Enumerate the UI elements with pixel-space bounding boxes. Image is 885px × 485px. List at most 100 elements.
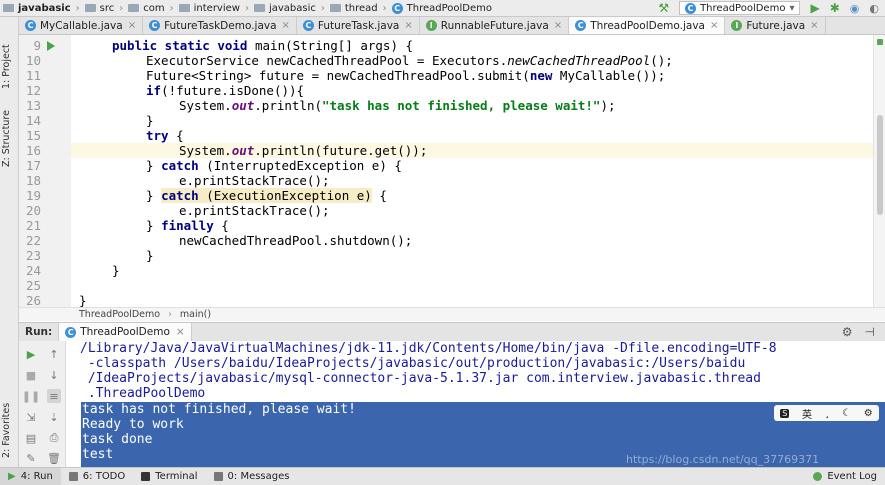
line-number: 15 xyxy=(25,128,41,143)
class-icon: C xyxy=(65,326,77,338)
line-number: 11 xyxy=(25,68,41,83)
run-icon[interactable]: ▶ xyxy=(810,1,819,15)
code-editor[interactable]: public static void main(String[] args) {… xyxy=(71,35,873,307)
interface-icon: I xyxy=(425,20,437,31)
profile-icon[interactable]: ◐ xyxy=(869,2,879,15)
soft-wrap-icon[interactable]: ≡ xyxy=(47,389,61,403)
trash-icon[interactable]: 🗑 xyxy=(47,451,61,465)
chevron-right-icon: › xyxy=(244,2,249,14)
code-line-16: System.out.println(future.get()); xyxy=(179,143,428,158)
tab-futuretask[interactable]: C FutureTask.java × xyxy=(297,17,420,34)
build-hammer-icon[interactable]: ⚒ xyxy=(658,1,669,15)
close-icon[interactable]: × xyxy=(128,20,136,31)
ime-moon-icon[interactable]: ☾ xyxy=(842,408,851,419)
code-line-21: } finally { xyxy=(146,218,229,233)
close-icon[interactable]: × xyxy=(810,20,818,31)
print-icon[interactable]: ⎙ xyxy=(47,431,61,445)
debug-icon[interactable]: ✱ xyxy=(830,1,840,15)
messages-tool-tab[interactable]: 0: Messages xyxy=(206,468,298,485)
run-icon: ▶ xyxy=(8,471,16,482)
run-configuration-select[interactable]: C ThreadPoolDemo ▾ xyxy=(679,1,801,15)
console-command-line: /IdeaProjects/javabasic/mysql-connector-… xyxy=(80,371,761,386)
tab-mycallable[interactable]: C MyCallable.java × xyxy=(19,17,144,34)
breadcrumb-com[interactable]: com xyxy=(125,3,167,14)
gear-icon[interactable]: ⚙ xyxy=(842,325,853,339)
code-line-12: if(!future.isDone()){ xyxy=(146,83,305,98)
folder-icon xyxy=(253,4,265,12)
ime-language-toggle[interactable]: 英 xyxy=(802,406,812,421)
breadcrumb-method-name[interactable]: main() xyxy=(180,309,211,320)
ime-logo-icon: S xyxy=(780,408,790,418)
chevron-right-icon: › xyxy=(169,2,174,14)
close-icon[interactable]: × xyxy=(710,20,718,31)
minimize-panel-icon[interactable]: ⊣ xyxy=(865,325,875,339)
chevron-right-icon: › xyxy=(320,2,325,14)
chevron-right-icon: › xyxy=(382,2,387,14)
stop-icon[interactable]: ■ xyxy=(24,368,38,382)
scroll-to-end-icon[interactable]: ⇣ xyxy=(47,410,61,424)
structure-tool-tab[interactable]: Z: Structure xyxy=(1,109,17,169)
code-line-9: public static void main(String[] args) { xyxy=(112,38,414,53)
todo-list-icon xyxy=(68,472,78,481)
breadcrumb-class[interactable]: C ThreadPoolDemo xyxy=(389,2,495,14)
console-command-line: -classpath /Users/baidu/IdeaProjects/jav… xyxy=(80,356,746,371)
ime-punctuation-toggle[interactable]: ¸ xyxy=(825,408,830,419)
layout-icon[interactable]: ▤ xyxy=(24,431,38,445)
project-tool-tab[interactable]: 1: Project xyxy=(1,37,17,97)
line-number: 19 xyxy=(25,188,41,203)
breadcrumb-thread[interactable]: thread xyxy=(327,3,381,14)
class-icon: C xyxy=(685,2,697,14)
tab-futuretaskdemo[interactable]: C FutureTaskDemo.java × xyxy=(143,17,297,34)
chevron-right-icon: › xyxy=(168,309,172,320)
interface-icon: I xyxy=(731,20,743,31)
line-number: 23 xyxy=(25,248,41,263)
terminal-tool-tab[interactable]: Terminal xyxy=(133,468,205,485)
line-number: 16 xyxy=(25,143,41,158)
run-tab-threadpooldemo[interactable]: C ThreadPoolDemo × xyxy=(58,323,192,341)
terminal-icon xyxy=(141,472,151,481)
navigation-bar: javabasic › src › com › interview › java… xyxy=(0,0,885,17)
tab-threadpooldemo[interactable]: C ThreadPoolDemo.java × xyxy=(569,17,726,34)
pause-icon[interactable]: ❚❚ xyxy=(22,389,40,403)
scrollbar-thumb[interactable] xyxy=(877,115,883,215)
line-number: 14 xyxy=(25,113,41,128)
run-gutter-icon[interactable] xyxy=(47,41,55,51)
breadcrumb-interview[interactable]: interview xyxy=(176,3,243,14)
code-line-23: } xyxy=(146,248,154,263)
coverage-icon[interactable]: ◉ xyxy=(850,2,860,15)
up-arrow-icon[interactable]: ↑ xyxy=(47,347,61,361)
tab-future[interactable]: I Future.java × xyxy=(725,17,826,34)
pin-icon[interactable]: ✎ xyxy=(24,451,38,465)
run-tool-tab[interactable]: ▶ 4: Run xyxy=(0,468,61,485)
toolbar-right: ⚒ C ThreadPoolDemo ▾ ▶ ✱ ◉ ◐ xyxy=(658,1,885,15)
folder-icon xyxy=(329,4,341,12)
folder-icon xyxy=(178,4,190,12)
breadcrumb-javabasic[interactable]: javabasic xyxy=(251,3,319,14)
left-tool-strip: 1: Project Z: Structure 2: Favorites xyxy=(0,17,19,467)
folder-icon xyxy=(128,4,140,12)
ime-settings-icon[interactable]: ⚙ xyxy=(864,408,873,419)
close-icon[interactable]: × xyxy=(282,20,290,31)
breadcrumb-project[interactable]: javabasic xyxy=(0,3,74,14)
restore-layout-icon[interactable]: ⇲ xyxy=(24,410,38,424)
class-icon: C xyxy=(149,20,161,31)
editor-vertical-scrollbar[interactable] xyxy=(873,35,885,307)
close-icon[interactable]: × xyxy=(404,20,412,31)
chevron-right-icon: › xyxy=(119,2,124,14)
favorites-tool-tab[interactable]: 2: Favorites xyxy=(1,399,17,461)
code-line-18: e.printStackTrace(); xyxy=(179,173,330,188)
rerun-icon[interactable]: ▶ xyxy=(24,347,38,361)
close-icon[interactable]: × xyxy=(554,20,562,31)
close-icon[interactable]: × xyxy=(176,326,185,338)
tab-runnablefuture[interactable]: I RunnableFuture.java × xyxy=(420,17,570,34)
breadcrumb-src[interactable]: src xyxy=(82,3,118,14)
run-console[interactable]: /Library/Java/JavaVirtualMachines/jdk-11… xyxy=(66,341,885,467)
todo-tool-tab[interactable]: 6: TODO xyxy=(61,468,133,485)
console-command-line: .ThreadPoolDemo xyxy=(80,386,206,401)
ime-toolbar[interactable]: S 英 ¸ ☾ ⚙ xyxy=(774,405,879,421)
breadcrumb-class-name[interactable]: ThreadPoolDemo xyxy=(79,309,160,320)
down-arrow-icon[interactable]: ↓ xyxy=(47,368,61,382)
event-log-tab[interactable]: Event Log xyxy=(805,468,885,485)
code-line-10: ExecutorService newCachedThreadPool = Ex… xyxy=(146,53,673,68)
line-number: 9 xyxy=(33,38,41,53)
